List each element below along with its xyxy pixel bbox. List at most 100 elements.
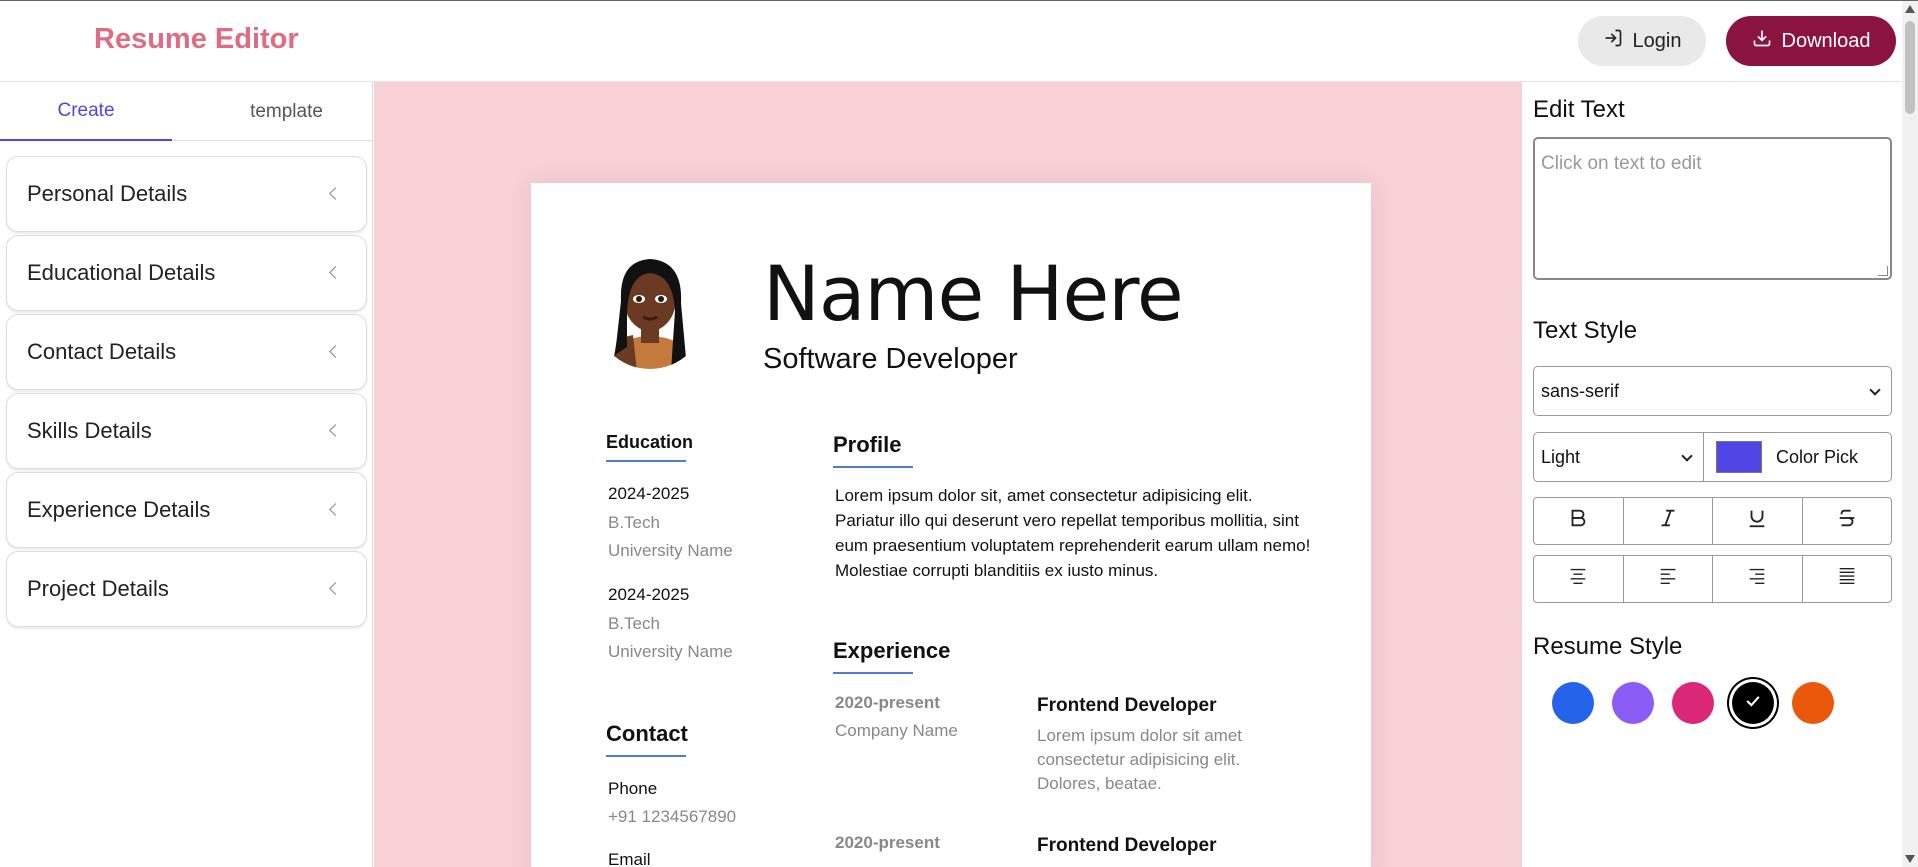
education-degree[interactable]: B.Tech bbox=[608, 513, 660, 533]
experience-title[interactable]: Frontend Developer bbox=[1037, 835, 1216, 857]
contact-underline bbox=[606, 755, 686, 757]
bold-button[interactable] bbox=[1534, 498, 1624, 544]
profile-heading[interactable]: Profile bbox=[833, 432, 901, 458]
contact-email-label[interactable]: Email bbox=[608, 850, 651, 867]
experience-title[interactable]: Frontend Developer bbox=[1037, 695, 1216, 717]
app-title: Resume Editor bbox=[94, 23, 299, 55]
chevron-left-icon bbox=[329, 266, 342, 279]
edit-text-input[interactable]: Click on text to edit bbox=[1533, 137, 1892, 280]
section-experience-details[interactable]: Experience Details bbox=[6, 472, 367, 548]
style-color-black[interactable] bbox=[1732, 682, 1774, 724]
contact-phone-label[interactable]: Phone bbox=[608, 779, 657, 799]
align-justify-icon bbox=[1836, 565, 1858, 594]
download-icon bbox=[1752, 28, 1772, 54]
education-degree[interactable]: B.Tech bbox=[608, 614, 660, 634]
education-years[interactable]: 2024-2025 bbox=[608, 484, 689, 504]
tab-template[interactable]: template bbox=[200, 82, 373, 141]
sidebar-tabs: Create template bbox=[0, 82, 372, 141]
font-family-value: sans-serif bbox=[1541, 380, 1620, 401]
align-center-icon bbox=[1567, 565, 1589, 594]
scroll-down-arrow-icon[interactable] bbox=[1905, 855, 1915, 863]
color-picker[interactable]: Color Pick bbox=[1704, 432, 1892, 482]
chevron-left-icon bbox=[329, 345, 342, 358]
education-years[interactable]: 2024-2025 bbox=[608, 585, 689, 605]
style-color-pink[interactable] bbox=[1672, 682, 1714, 724]
resume-style-heading: Resume Style bbox=[1533, 633, 1683, 660]
education-underline bbox=[606, 460, 686, 462]
edit-text-heading: Edit Text bbox=[1533, 96, 1625, 123]
scroll-thumb[interactable] bbox=[1905, 21, 1915, 114]
profile-text[interactable]: Lorem ipsum dolor sit, amet consectetur … bbox=[835, 483, 1315, 583]
tab-create[interactable]: Create bbox=[0, 82, 172, 141]
profile-underline bbox=[833, 466, 913, 468]
style-color-purple[interactable] bbox=[1612, 682, 1654, 724]
italic-icon bbox=[1657, 507, 1679, 536]
app-header: Resume Editor Login Download bbox=[0, 1, 1902, 82]
profile-avatar[interactable] bbox=[593, 251, 707, 373]
page-scrollbar[interactable] bbox=[1902, 1, 1918, 867]
section-label: Skills Details bbox=[27, 418, 152, 443]
strikethrough-button[interactable] bbox=[1803, 498, 1892, 544]
experience-underline bbox=[833, 672, 913, 674]
chevron-left-icon bbox=[329, 424, 342, 437]
resume-canvas: Name Here Software Developer Education 2… bbox=[374, 82, 1521, 867]
download-label: Download bbox=[1781, 29, 1871, 52]
align-justify-button[interactable] bbox=[1803, 556, 1892, 602]
contact-phone-value[interactable]: +91 1234567890 bbox=[608, 807, 736, 827]
experience-company[interactable]: Company Name bbox=[835, 721, 958, 741]
chevron-left-icon bbox=[329, 582, 342, 595]
color-swatch[interactable] bbox=[1716, 441, 1762, 473]
chevron-down-icon bbox=[1681, 450, 1693, 462]
strikethrough-icon bbox=[1836, 507, 1858, 536]
align-toolbar bbox=[1533, 555, 1892, 603]
section-label: Experience Details bbox=[27, 497, 211, 522]
check-icon bbox=[1743, 691, 1763, 716]
section-label: Contact Details bbox=[27, 339, 177, 364]
style-color-orange[interactable] bbox=[1792, 682, 1834, 724]
style-color-blue[interactable] bbox=[1552, 682, 1594, 724]
chevron-down-icon bbox=[1869, 384, 1881, 396]
resume-name[interactable]: Name Here bbox=[763, 249, 1184, 338]
education-school[interactable]: University Name bbox=[608, 541, 733, 561]
section-label: Project Details bbox=[27, 576, 169, 601]
font-weight-select[interactable]: Light bbox=[1533, 432, 1704, 482]
align-right-button[interactable] bbox=[1713, 556, 1803, 602]
experience-period[interactable]: 2020-present bbox=[835, 833, 940, 853]
section-project-details[interactable]: Project Details bbox=[6, 551, 367, 627]
color-pick-label: Color Pick bbox=[1776, 446, 1859, 467]
resume-role[interactable]: Software Developer bbox=[763, 343, 1018, 376]
bold-icon bbox=[1567, 507, 1589, 536]
scroll-up-arrow-icon[interactable] bbox=[1905, 5, 1915, 13]
sidebar: Create template Personal Details Educati… bbox=[0, 82, 373, 867]
download-button[interactable]: Download bbox=[1726, 16, 1896, 66]
section-personal-details[interactable]: Personal Details bbox=[6, 156, 367, 232]
align-center-button[interactable] bbox=[1534, 556, 1624, 602]
font-weight-value: Light bbox=[1541, 446, 1581, 467]
section-label: Personal Details bbox=[27, 181, 188, 206]
contact-heading[interactable]: Contact bbox=[606, 721, 688, 747]
login-label: Login bbox=[1632, 29, 1682, 52]
experience-desc[interactable]: Lorem ipsum dolor sit amet consectetur a… bbox=[1037, 724, 1267, 796]
education-school[interactable]: University Name bbox=[608, 642, 733, 662]
resize-handle-icon[interactable] bbox=[1878, 266, 1888, 276]
section-label: Educational Details bbox=[27, 260, 216, 285]
format-toolbar bbox=[1533, 497, 1892, 545]
section-skills-details[interactable]: Skills Details bbox=[6, 393, 367, 469]
section-educational-details[interactable]: Educational Details bbox=[6, 235, 367, 311]
align-left-button[interactable] bbox=[1624, 556, 1713, 602]
chevron-left-icon bbox=[329, 503, 342, 516]
font-family-select[interactable]: sans-serif bbox=[1533, 366, 1892, 416]
italic-button[interactable] bbox=[1624, 498, 1713, 544]
experience-period[interactable]: 2020-present bbox=[835, 693, 940, 713]
align-left-icon bbox=[1657, 565, 1679, 594]
resume-page: Name Here Software Developer Education 2… bbox=[531, 183, 1371, 867]
edit-text-placeholder: Click on text to edit bbox=[1541, 153, 1702, 174]
education-heading[interactable]: Education bbox=[606, 432, 693, 453]
section-contact-details[interactable]: Contact Details bbox=[6, 314, 367, 390]
experience-heading[interactable]: Experience bbox=[833, 638, 950, 664]
login-button[interactable]: Login bbox=[1578, 16, 1706, 66]
underline-button[interactable] bbox=[1713, 498, 1803, 544]
underline-icon bbox=[1746, 507, 1768, 536]
chevron-left-icon bbox=[329, 187, 342, 200]
editor-panel: Edit Text Click on text to edit Text Sty… bbox=[1521, 82, 1902, 867]
